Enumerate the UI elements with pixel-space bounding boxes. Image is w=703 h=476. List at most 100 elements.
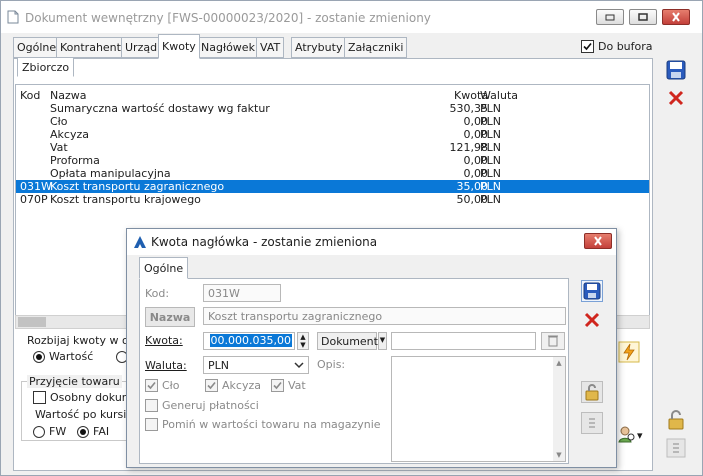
table-row[interactable]: Proforma 0,00 PLN [16,154,649,167]
tab-zalaczniki[interactable]: Załączniki [344,37,408,58]
vat-checkbox[interactable] [271,379,284,392]
cell-kod: 070P [20,193,48,206]
generuj-label: Generuj płatności [162,399,259,412]
user-search-icon[interactable] [616,423,638,445]
tab-urzad[interactable]: Urząd [121,37,162,58]
dialog-save-icon[interactable] [581,280,603,302]
cell-nazwa: Cło [50,115,68,128]
nazwa-field[interactable]: Koszt transportu zagranicznego [203,307,566,325]
fw-radio[interactable] [33,426,45,438]
kwota-value: 00.000.035,00 [209,334,292,347]
document-icon [7,10,19,24]
tab-ogolne[interactable]: Ogólne [13,37,61,58]
window-title: Dokument wewnętrzny [FWS-00000023/2020] … [25,11,431,25]
wartosc-po-kursie-label: Wartość po kursie: [35,408,137,421]
do-bufora-text: Do bufora [598,40,653,53]
przyjecie-label: Przyjęcie towaru [27,375,122,388]
dialog-attachment-icon[interactable] [581,412,603,434]
generuj-checkbox[interactable] [145,399,158,412]
cell-nazwa: Sumaryczna wartość dostawy wg faktur [50,102,270,115]
subtab-zbiorczo[interactable]: Zbiorczo [17,57,75,77]
akcyza-checkbox[interactable] [205,379,218,392]
waluta-value: PLN [208,359,229,372]
wartosc-label: Wartość [49,350,94,363]
checkmark-icon [207,381,216,390]
save-icon[interactable] [665,59,687,81]
dokument-field[interactable] [391,332,536,350]
tab-kwoty[interactable]: Kwoty [158,34,200,59]
attachment-icon[interactable] [665,437,687,459]
do-bufora-checkbox[interactable] [581,40,594,53]
kwota-field[interactable]: 00.000.035,00 [203,332,295,350]
title-bar: Dokument wewnętrzny [FWS-00000023/2020] … [1,1,702,33]
table-row[interactable]: Cło 0,00 PLN [16,115,649,128]
cell-waluta: PLN [480,115,501,128]
wartosc-radio[interactable] [33,351,45,363]
fai-label: FAI [93,425,110,438]
dropdown-arrow-icon[interactable]: ▾ [637,429,643,442]
header-kod[interactable]: Kod [20,89,40,102]
dokument-dropdown-icon[interactable]: ▼ [378,332,387,350]
dialog-close-button[interactable] [584,233,612,249]
cell-waluta: PLN [480,193,501,206]
header-waluta[interactable]: Waluta [480,89,518,102]
clo-checkbox[interactable] [145,379,158,392]
cell-nazwa: Opłata manipulacyjna [50,167,171,180]
dialog-cancel-icon[interactable] [581,309,603,331]
pomin-checkbox[interactable] [145,418,158,431]
kwota-spinner[interactable]: ▲ ▼ [297,332,309,350]
tab-vat[interactable]: VAT [256,37,285,58]
checkmark-icon [583,42,592,51]
lightning-icon[interactable] [618,341,640,363]
do-bufora-label: Do bufora [598,40,653,53]
checkmark-icon [273,381,282,390]
close-button[interactable] [662,9,690,25]
dialog-title-bar: Kwota nagłówka - zostanie zmieniona [127,229,616,255]
akcyza-label: Akcyza [222,379,261,392]
kod-label: Kod: [145,287,170,300]
scroll-up-icon[interactable]: ▲ [553,357,565,367]
table-row[interactable]: Opłata manipulacyjna 0,00 PLN [16,167,649,180]
table-row[interactable]: Akcyza 0,00 PLN [16,128,649,141]
dokument-button[interactable]: Dokument: [317,332,382,350]
dialog-title: Kwota nagłówka - zostanie zmieniona [151,235,378,249]
cell-waluta: PLN [480,167,501,180]
fai-radio[interactable] [77,426,89,438]
kwota-label-text: Kwota: [145,334,183,347]
kwota-label: Kwota: [145,334,183,347]
kwota-naglowka-dialog: Kwota nagłówka - zostanie zmieniona Ogól… [126,228,617,468]
header-nazwa[interactable]: Nazwa [50,89,86,102]
opis-scrollbar[interactable]: ▲ ▼ [553,357,565,461]
cell-nazwa: Koszt transportu krajowego [50,193,201,206]
osobny-checkbox[interactable] [33,391,46,404]
maximize-button[interactable] [629,9,657,25]
grid-header: Kod Nazwa Kwota Waluta [16,89,649,102]
cell-waluta: PLN [480,180,501,193]
nazwa-button[interactable]: Nazwa [145,307,195,327]
dialog-lock-icon[interactable] [581,381,603,403]
cell-nazwa: Vat [50,141,68,154]
dialog-tab-ogolne[interactable]: Ogólne [139,257,189,279]
table-row[interactable]: 031W Koszt transportu zagranicznego 35,00 P… [16,180,649,193]
table-row[interactable]: Vat 121,98 PLN [16,141,649,154]
scroll-down-icon[interactable]: ▼ [553,451,565,459]
tab-kontrahent[interactable]: Kontrahent [56,37,125,58]
lock-icon[interactable] [665,409,687,431]
opis-field[interactable] [391,356,566,462]
main-window: Dokument wewnętrzny [FWS-00000023/2020] … [0,0,703,476]
kod-field[interactable]: 031W [203,284,281,302]
chevron-down-icon[interactable] [292,358,306,372]
minimize-button[interactable] [596,9,624,25]
cancel-icon[interactable] [665,87,687,109]
cell-waluta: PLN [480,102,501,115]
tab-atrybuty[interactable]: Atrybuty [291,37,347,58]
table-row[interactable]: Sumaryczna wartość dostawy wg faktur 530,… [16,102,649,115]
trash-icon[interactable] [541,332,565,350]
tab-naglowek[interactable]: Nagłówek [197,37,259,58]
scrollbar-thumb[interactable] [18,317,46,327]
vat-label: Vat [288,379,306,392]
checkmark-icon [147,381,156,390]
table-row[interactable]: 070P Koszt transportu krajowego 50,00 PLN [16,193,649,206]
cell-nazwa: Koszt transportu zagranicznego [50,180,225,193]
cell-waluta: PLN [480,141,501,154]
